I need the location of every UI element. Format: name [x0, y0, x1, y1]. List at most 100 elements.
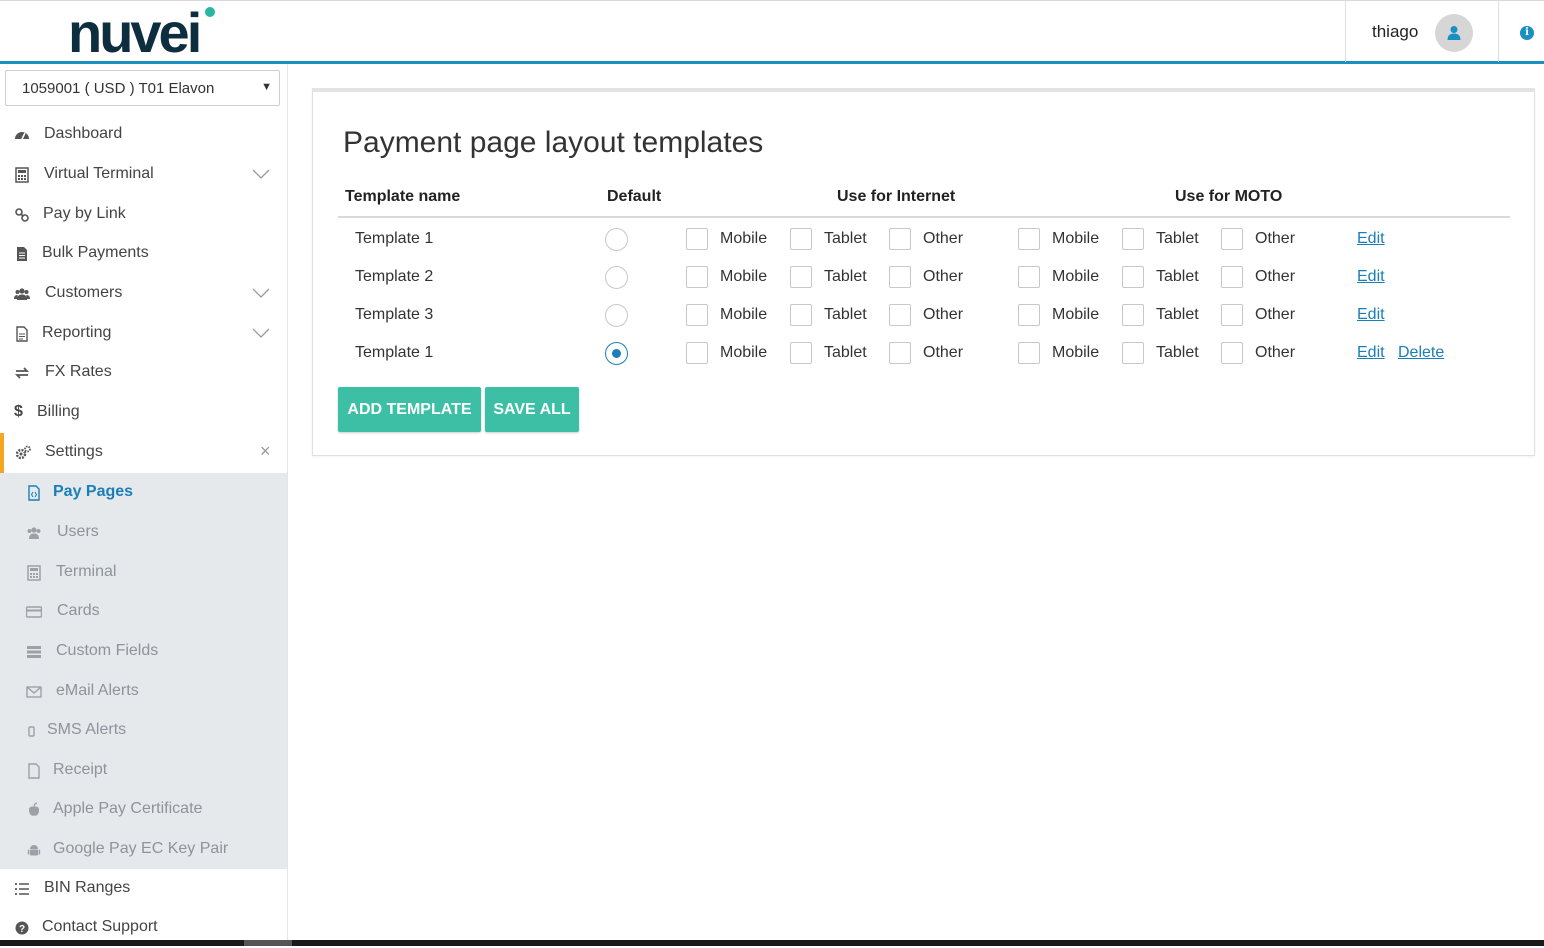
- sidebar-item-customers[interactable]: Customers: [0, 274, 287, 314]
- sidebar-item-settings[interactable]: Settings ×: [0, 433, 287, 473]
- sidebar-item-label: Custom Fields: [56, 642, 159, 659]
- sidebar-item-label: Users: [57, 523, 99, 540]
- sidebar-item-apple-pay-certificate[interactable]: Apple Pay Certificate: [0, 790, 287, 830]
- sidebar-item-reporting[interactable]: Reporting: [0, 314, 287, 354]
- sidebar-item-cards[interactable]: Cards: [0, 592, 287, 632]
- default-radio[interactable]: [605, 228, 628, 251]
- chevron-down-icon[interactable]: [252, 328, 270, 338]
- save-all-button[interactable]: SAVE ALL: [485, 387, 579, 432]
- default-radio[interactable]: [605, 304, 628, 327]
- sidebar-item-google-pay-ec-key-pair[interactable]: Google Pay EC Key Pair: [0, 830, 287, 870]
- internet-tablet-label: Tablet: [824, 344, 867, 361]
- close-icon[interactable]: ×: [260, 441, 271, 462]
- internet-mobile-checkbox[interactable]: [686, 266, 708, 288]
- android-icon: [27, 845, 41, 856]
- file-icon: [17, 247, 27, 261]
- default-radio[interactable]: [605, 266, 628, 289]
- sidebar-item-fx-rates[interactable]: FX Rates: [0, 353, 287, 393]
- internet-other-checkbox[interactable]: [889, 304, 911, 326]
- internet-tablet-label: Tablet: [824, 306, 867, 323]
- sidebar-item-users[interactable]: Users: [0, 513, 287, 553]
- credit-card-icon: [26, 606, 42, 618]
- apple-icon: [28, 802, 40, 816]
- internet-other-label: Other: [923, 230, 964, 247]
- sidebar-item-bulk-payments[interactable]: Bulk Payments: [0, 234, 287, 274]
- sidebar-item-terminal[interactable]: Terminal: [0, 553, 287, 593]
- moto-mobile-label: Mobile: [1052, 306, 1100, 323]
- sidebar-item-pay-by-link[interactable]: Pay by Link: [0, 195, 287, 235]
- sidebar-item-label: Apple Pay Certificate: [53, 800, 203, 817]
- sidebar-item-label: Virtual Terminal: [44, 165, 154, 182]
- moto-other-checkbox[interactable]: [1221, 266, 1243, 288]
- sidebar-item-label: SMS Alerts: [47, 721, 127, 738]
- sidebar-item-label: Pay by Link: [43, 205, 126, 222]
- sidebar-item-custom-fields[interactable]: Custom Fields: [0, 632, 287, 672]
- moto-tablet-checkbox[interactable]: [1122, 266, 1144, 288]
- table-row: Template 1 Mobile Tablet Other Mobile Tablet O…: [313, 335, 1536, 373]
- top-bar: nuvei thiago i: [0, 0, 1544, 64]
- edit-link[interactable]: Edit: [1357, 230, 1385, 248]
- moto-tablet-label: Tablet: [1156, 268, 1199, 285]
- chevron-down-icon[interactable]: [252, 288, 270, 298]
- sidebar-item-pay-pages[interactable]: Pay Pages: [0, 473, 287, 513]
- moto-mobile-checkbox[interactable]: [1018, 304, 1040, 326]
- template-name: Template 2: [355, 268, 434, 285]
- moto-mobile-checkbox[interactable]: [1018, 342, 1040, 364]
- delete-link[interactable]: Delete: [1398, 344, 1444, 362]
- merchant-select[interactable]: 1059001 ( USD ) T01 Elavon ▼: [5, 70, 280, 106]
- internet-tablet-checkbox[interactable]: [790, 266, 812, 288]
- info-icon[interactable]: i: [1520, 26, 1534, 40]
- internet-other-checkbox[interactable]: [889, 228, 911, 250]
- nuvei-logo[interactable]: nuvei: [68, 5, 215, 61]
- edit-link[interactable]: Edit: [1357, 268, 1385, 286]
- sidebar-item-virtual-terminal[interactable]: Virtual Terminal: [0, 155, 287, 195]
- edit-link[interactable]: Edit: [1357, 344, 1385, 362]
- page-title: Payment page layout templates: [343, 126, 764, 159]
- sidebar-item-bin-ranges[interactable]: BIN Ranges: [0, 869, 287, 909]
- moto-other-label: Other: [1255, 306, 1296, 323]
- moto-other-checkbox[interactable]: [1221, 228, 1243, 250]
- edit-link[interactable]: Edit: [1357, 306, 1385, 324]
- sidebar-item-label: Customers: [45, 284, 123, 301]
- sidebar-item-receipt[interactable]: Receipt: [0, 751, 287, 791]
- add-template-button[interactable]: ADD TEMPLATE: [338, 387, 481, 432]
- code-file-icon: [28, 485, 40, 501]
- user-icon: [1447, 26, 1461, 40]
- moto-tablet-checkbox[interactable]: [1122, 228, 1144, 250]
- sidebar-item-email-alerts[interactable]: eMail Alerts: [0, 672, 287, 712]
- chevron-down-icon[interactable]: [252, 169, 270, 179]
- sidebar-item-dashboard[interactable]: Dashboard: [0, 115, 287, 155]
- caret-down-icon: ▼: [261, 81, 272, 93]
- exchange-icon: [14, 367, 30, 379]
- moto-mobile-checkbox[interactable]: [1018, 266, 1040, 288]
- mobile-icon: [28, 726, 35, 737]
- moto-mobile-checkbox[interactable]: [1018, 228, 1040, 250]
- internet-mobile-checkbox[interactable]: [686, 228, 708, 250]
- sidebar-item-sms-alerts[interactable]: SMS Alerts: [0, 711, 287, 751]
- default-radio[interactable]: [605, 342, 628, 365]
- internet-tablet-checkbox[interactable]: [790, 228, 812, 250]
- report-icon: [16, 326, 28, 342]
- sidebar-item-billing[interactable]: $ Billing: [0, 393, 287, 433]
- calculator-icon: [27, 565, 41, 581]
- internet-mobile-checkbox[interactable]: [686, 304, 708, 326]
- moto-mobile-label: Mobile: [1052, 268, 1100, 285]
- internet-other-checkbox[interactable]: [889, 342, 911, 364]
- internet-tablet-checkbox[interactable]: [790, 304, 812, 326]
- user-menu[interactable]: thiago: [1345, 1, 1499, 62]
- moto-tablet-label: Tablet: [1156, 344, 1199, 361]
- dashboard-icon: [15, 132, 29, 140]
- avatar[interactable]: [1435, 14, 1473, 52]
- moto-other-checkbox[interactable]: [1221, 342, 1243, 364]
- internet-mobile-checkbox[interactable]: [686, 342, 708, 364]
- internet-other-checkbox[interactable]: [889, 266, 911, 288]
- templates-card: Payment page layout templates Template n…: [312, 88, 1535, 456]
- moto-tablet-checkbox[interactable]: [1122, 304, 1144, 326]
- table-row: Template 2 Mobile Tablet Other Mobile Tablet O…: [313, 259, 1536, 297]
- user-name: thiago: [1372, 22, 1419, 41]
- moto-tablet-checkbox[interactable]: [1122, 342, 1144, 364]
- internet-mobile-label: Mobile: [720, 268, 768, 285]
- moto-other-label: Other: [1255, 230, 1296, 247]
- internet-tablet-checkbox[interactable]: [790, 342, 812, 364]
- moto-other-checkbox[interactable]: [1221, 304, 1243, 326]
